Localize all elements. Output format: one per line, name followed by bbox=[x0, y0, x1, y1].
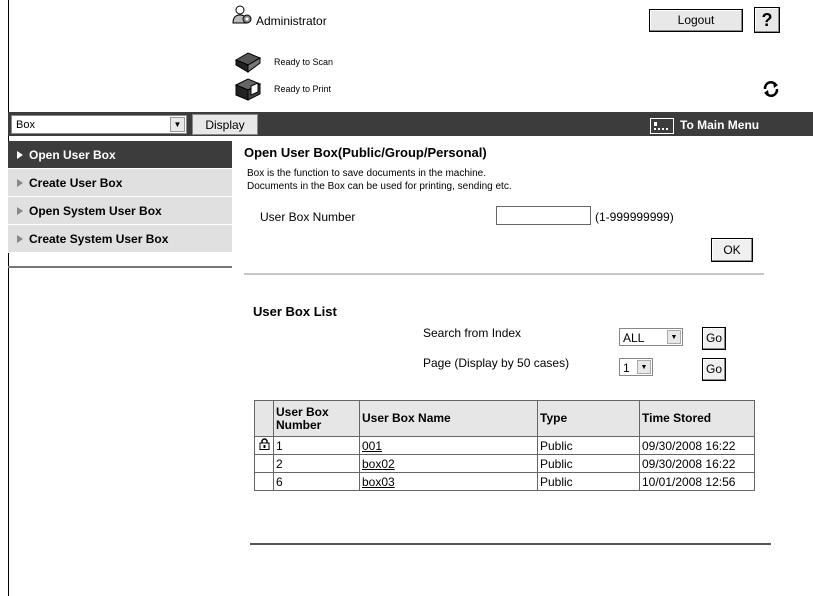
sidebar-item-label: Open System User Box bbox=[29, 204, 162, 218]
column-header-type: Type bbox=[537, 400, 640, 437]
bottom-divider bbox=[250, 543, 771, 545]
box-type-cell: Public bbox=[537, 472, 640, 491]
sidebar-divider bbox=[8, 266, 232, 268]
refresh-icon[interactable] bbox=[762, 80, 780, 98]
description-line-1: Box is the function to save documents in… bbox=[247, 168, 487, 179]
sidebar-item-label: Open User Box bbox=[29, 148, 116, 162]
triangle-right-icon bbox=[17, 150, 23, 159]
user-name-label: Administrator bbox=[256, 14, 327, 28]
triangle-right-icon bbox=[17, 206, 23, 215]
lock-icon bbox=[259, 437, 269, 450]
triangle-right-icon bbox=[17, 178, 23, 187]
box-name-cell: box02 bbox=[359, 454, 538, 473]
left-frame-border bbox=[8, 0, 9, 596]
printer-icon bbox=[234, 78, 262, 101]
box-name-cell: box03 bbox=[359, 472, 538, 491]
page-title: Open User Box(Public/Group/Personal) bbox=[244, 145, 487, 160]
main-menu-icon bbox=[650, 117, 674, 134]
box-time-cell: 10/01/2008 12:56 bbox=[639, 472, 755, 491]
chevron-down-icon: ▼ bbox=[170, 117, 185, 132]
search-index-label: Search from Index bbox=[423, 326, 522, 340]
scanner-icon bbox=[234, 52, 262, 73]
page-label: Page (Display by 50 cases) bbox=[423, 356, 570, 370]
lock-cell bbox=[254, 472, 274, 491]
category-select-value: Box bbox=[16, 119, 35, 131]
table-row: 2 box02 Public 09/30/2008 16:22 bbox=[254, 454, 755, 473]
chevron-down-icon: ▼ bbox=[667, 330, 681, 344]
display-button[interactable]: Display bbox=[192, 114, 258, 135]
logout-button[interactable]: Logout bbox=[649, 9, 743, 32]
print-status-text: Ready to Print bbox=[274, 84, 332, 94]
box-number-cell: 2 bbox=[273, 454, 360, 473]
box-name-link[interactable]: box02 bbox=[362, 457, 395, 471]
triangle-right-icon bbox=[17, 234, 23, 243]
sidebar-item-create-system-user-box[interactable]: Create System User Box bbox=[8, 225, 232, 253]
search-index-select[interactable]: ALL ▼ bbox=[619, 328, 683, 346]
help-button[interactable]: ? bbox=[754, 7, 780, 33]
column-header-time: Time Stored bbox=[639, 400, 755, 437]
page-select-value: 1 bbox=[623, 361, 630, 375]
sidebar-item-create-user-box[interactable]: Create User Box bbox=[8, 169, 232, 197]
box-name-link[interactable]: box03 bbox=[362, 475, 395, 489]
lock-column-header bbox=[254, 400, 274, 437]
box-time-cell: 09/30/2008 16:22 bbox=[639, 454, 755, 473]
user-box-number-label: User Box Number bbox=[260, 210, 356, 224]
main-menu-link[interactable]: To Main Menu bbox=[650, 114, 759, 136]
chevron-down-icon: ▼ bbox=[637, 360, 651, 374]
box-name-cell: 001 bbox=[359, 436, 538, 455]
page-go-button[interactable]: Go bbox=[702, 358, 726, 381]
box-name-link[interactable]: 001 bbox=[362, 439, 382, 453]
table-row: 6 box03 Public 10/01/2008 12:56 bbox=[254, 472, 755, 491]
lock-cell bbox=[254, 454, 274, 473]
page-select[interactable]: 1 ▼ bbox=[619, 358, 653, 376]
number-range-hint: (1-999999999) bbox=[595, 210, 674, 224]
user-box-list-title: User Box List bbox=[253, 304, 337, 319]
box-time-cell: 09/30/2008 16:22 bbox=[639, 436, 755, 455]
section-divider bbox=[244, 273, 764, 275]
admin-user-icon bbox=[232, 5, 252, 24]
ok-button[interactable]: OK bbox=[711, 238, 753, 262]
box-number-cell: 1 bbox=[273, 436, 360, 455]
category-select[interactable]: Box ▼ bbox=[11, 115, 187, 134]
search-go-button[interactable]: Go bbox=[702, 327, 726, 350]
lock-cell bbox=[254, 436, 274, 455]
sidebar-item-open-system-user-box[interactable]: Open System User Box bbox=[8, 197, 232, 225]
table-row: 1 001 Public 09/30/2008 16:22 bbox=[254, 436, 755, 455]
scan-status-text: Ready to Scan bbox=[274, 57, 334, 67]
search-index-value: ALL bbox=[623, 331, 645, 345]
user-box-table: User Box Number User Box Name Type Time … bbox=[254, 400, 755, 491]
main-menu-label: To Main Menu bbox=[680, 118, 760, 132]
column-header-name: User Box Name bbox=[359, 400, 538, 437]
box-type-cell: Public bbox=[537, 454, 640, 473]
description-line-2: Documents in the Box can be used for pri… bbox=[247, 181, 512, 192]
user-box-number-input[interactable] bbox=[496, 206, 591, 225]
sidebar-item-label: Create User Box bbox=[29, 176, 123, 190]
box-type-cell: Public bbox=[537, 436, 640, 455]
column-header-number: User Box Number bbox=[273, 400, 360, 437]
table-header-row: User Box Number User Box Name Type Time … bbox=[254, 400, 755, 437]
sidebar-item-label: Create System User Box bbox=[29, 232, 169, 246]
box-number-cell: 6 bbox=[273, 472, 360, 491]
sidebar-item-open-user-box[interactable]: Open User Box bbox=[8, 141, 232, 169]
